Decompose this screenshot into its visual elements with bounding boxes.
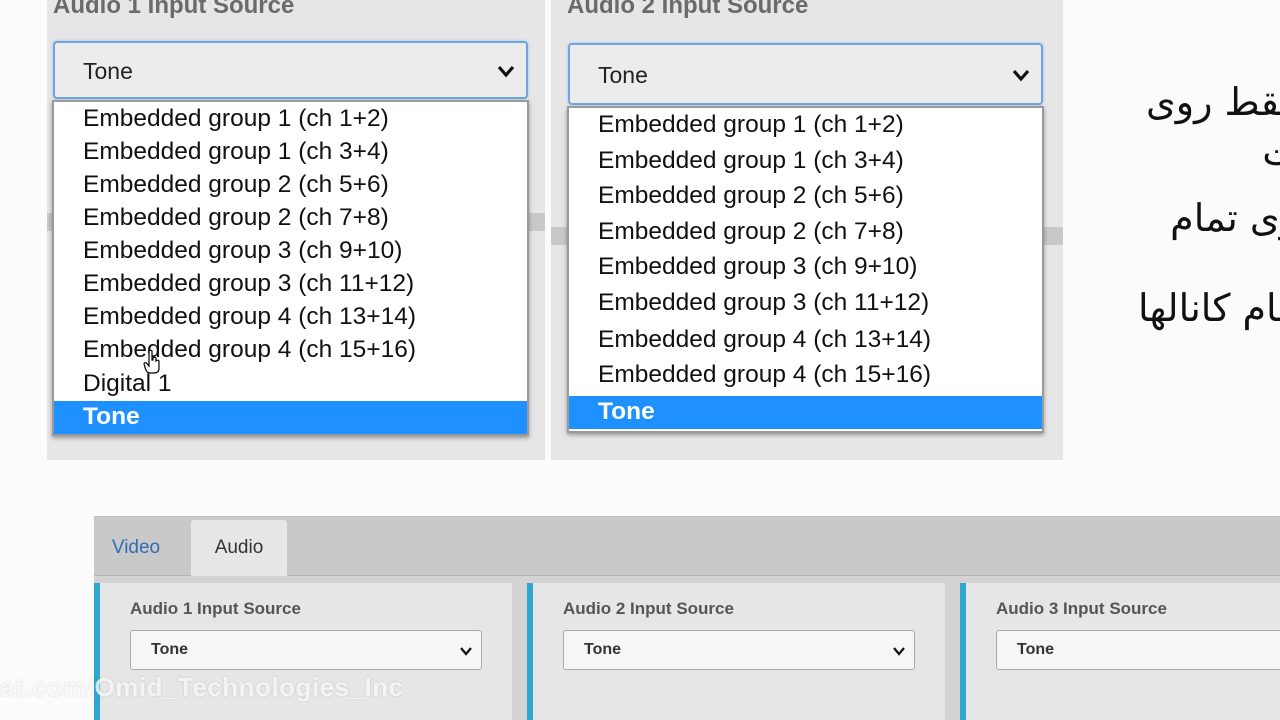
tab-audio[interactable]: Audio: [191, 520, 287, 576]
dropdown-option[interactable]: Embedded group 3 (ch 11+12): [54, 269, 527, 299]
audio-2-title: Audio 2 Input Source: [563, 599, 734, 618]
zoom-audio-2-select[interactable]: Tone: [568, 43, 1043, 105]
audio-2-card: Audio 2 Input Source Tone: [527, 583, 945, 720]
dropdown-option[interactable]: Embedded group 4 (ch 15+16): [569, 360, 1042, 390]
dropdown-option[interactable]: Embedded group 2 (ch 7+8): [569, 217, 1042, 247]
zoom-audio-1-dropdown-list: Embedded group 1 (ch 1+2) Embedded group…: [52, 100, 529, 436]
hand-cursor-icon: [143, 349, 160, 374]
dropdown-option[interactable]: Embedded group 2 (ch 5+6): [54, 170, 527, 200]
audio-3-select[interactable]: Tone: [996, 630, 1280, 670]
dropdown-option[interactable]: Embedded group 4 (ch 13+14): [569, 325, 1042, 355]
tab-bar: Video Audio: [94, 517, 1280, 576]
zoom-audio-2-dropdown-list: Embedded group 1 (ch 1+2) Embedded group…: [567, 106, 1044, 433]
dropdown-option[interactable]: Embedded group 1 (ch 1+2): [569, 110, 1042, 140]
zoom-audio-2-select-value: Tone: [598, 62, 648, 88]
dropdown-option[interactable]: Embedded group 2 (ch 7+8): [54, 203, 527, 233]
zoom-audio-1-select-value: Tone: [83, 58, 133, 84]
chevron-down-icon: [460, 647, 472, 656]
chevron-down-icon: [1012, 69, 1030, 82]
dropdown-option[interactable]: Embedded group 3 (ch 11+12): [569, 288, 1042, 318]
dropdown-option[interactable]: Embedded group 4 (ch 15+16): [54, 335, 527, 365]
dropdown-option-selected[interactable]: Tone: [569, 396, 1042, 429]
dropdown-option[interactable]: Embedded group 1 (ch 1+2): [54, 104, 527, 134]
tab-video[interactable]: Video: [96, 520, 176, 576]
annotation-line: مام کانالها: [1137, 286, 1280, 330]
dropdown-option[interactable]: Embedded group 3 (ch 9+10): [54, 236, 527, 266]
audio-3-select-value: Tone: [1017, 641, 1055, 658]
dropdown-option-selected[interactable]: Tone: [54, 401, 527, 434]
chevron-down-icon: [497, 65, 515, 78]
audio-1-select-value: Tone: [151, 641, 189, 658]
zoom-audio-2-title: Audio 2 Input Source: [567, 0, 809, 19]
audio-1-title: Audio 1 Input Source: [130, 599, 301, 618]
audio-3-card: Audio 3 Input Source Tone: [960, 583, 1280, 720]
watermark: at.com/Omid_Technologies_Inc: [0, 672, 404, 702]
zoom-audio-1-title: Audio 1 Input Source: [53, 0, 295, 19]
chevron-down-icon: [893, 647, 905, 656]
audio-2-select[interactable]: Tone: [563, 630, 915, 670]
panel-strip-right: [527, 213, 545, 231]
zoom-audio-1-select[interactable]: Tone: [53, 41, 528, 99]
panel-strip-right: [1043, 227, 1063, 245]
audio-3-title: Audio 3 Input Source: [996, 599, 1167, 618]
dropdown-option[interactable]: Embedded group 2 (ch 5+6): [569, 181, 1042, 211]
zoom-panel-audio-2: Audio 2 Input Source Tone Embedded group…: [551, 0, 1063, 460]
audio-2-select-value: Tone: [584, 641, 622, 658]
dropdown-option[interactable]: Embedded group 4 (ch 13+14): [54, 302, 527, 332]
dropdown-option[interactable]: Embedded group 1 (ch 3+4): [569, 146, 1042, 176]
screen: Audio 1 Input Source Tone Embedded group…: [0, 0, 1280, 720]
dropdown-option[interactable]: Embedded group 1 (ch 3+4): [54, 137, 527, 167]
audio-1-select[interactable]: Tone: [130, 630, 482, 670]
dropdown-option[interactable]: Embedded group 3 (ch 9+10): [569, 252, 1042, 282]
dropdown-option[interactable]: Digital 1: [54, 369, 527, 399]
annotation-text: فقط روی ت وی تمام ، مام کانالها: [1098, 70, 1280, 340]
zoom-panel-audio-1: Audio 1 Input Source Tone Embedded group…: [47, 0, 545, 460]
